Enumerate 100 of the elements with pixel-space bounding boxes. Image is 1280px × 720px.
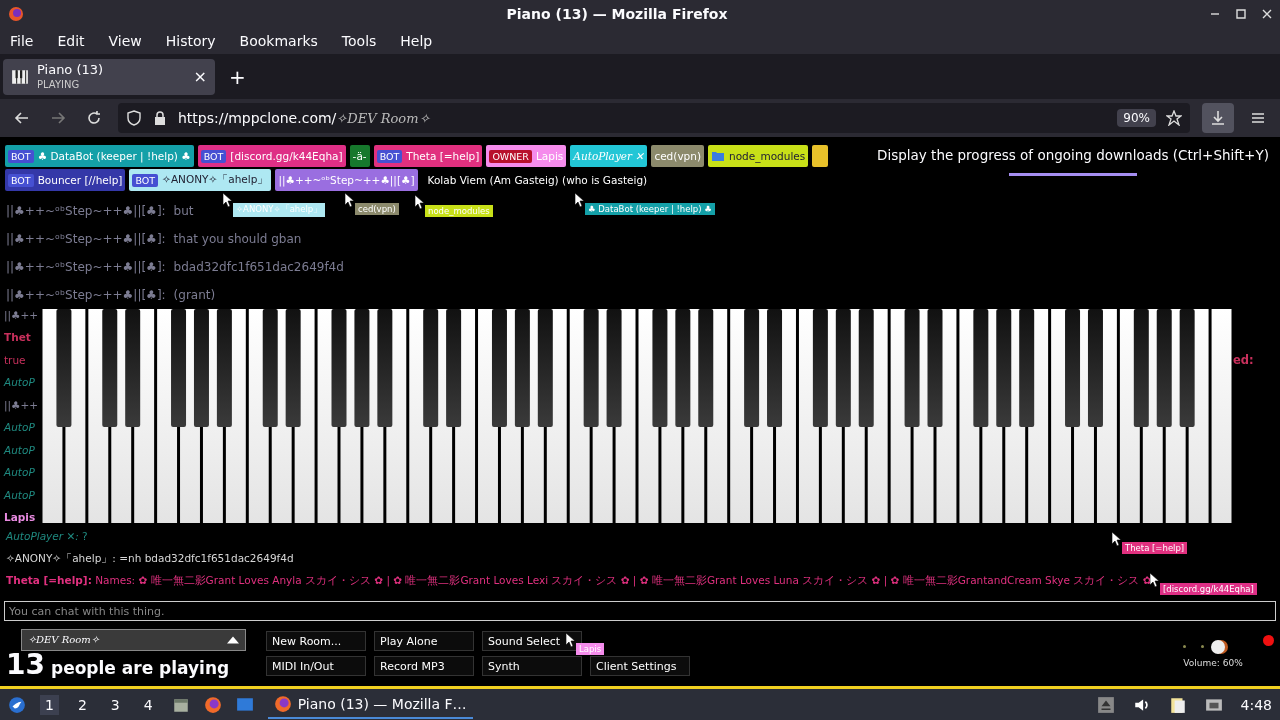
address-bar[interactable]: https://mppclone.com/✧DEV Room✧ 90% — [118, 103, 1190, 133]
user-badge[interactable]: -ä- — [349, 145, 370, 167]
back-icon[interactable] — [14, 110, 30, 126]
user-badge[interactable] — [812, 145, 829, 167]
menu-item[interactable]: Edit — [57, 33, 85, 49]
chat-message: ✧ANONY✧「ahelp」: =nh bdad32dfc1f651dac2649f4d — [6, 551, 294, 566]
menu-button[interactable]: Client Settings — [590, 656, 690, 676]
cursor-icon — [345, 193, 355, 207]
volume-knob[interactable] — [1210, 639, 1225, 654]
chat-message: (grant) — [173, 288, 216, 302]
chat-fragment: ||♣++ — [4, 398, 39, 411]
chat-fragment: AutoP — [4, 376, 35, 389]
chat-fragment: ed: — [1233, 353, 1254, 367]
menu-button[interactable]: Record MP3 — [374, 656, 474, 676]
cursor-name-tooltip: [discord.gg/k44Eqha] — [1160, 583, 1257, 595]
eject-icon[interactable] — [1096, 695, 1115, 714]
cursor-icon — [223, 193, 233, 207]
url-text: https://mppclone.com/✧DEV Room✧ — [178, 110, 431, 126]
lock-icon — [152, 110, 168, 126]
workspace-button[interactable]: 3 — [105, 694, 125, 715]
cursor-icon — [1112, 532, 1122, 546]
chat-message: but — [173, 204, 194, 218]
workspace-button[interactable]: 4 — [138, 694, 158, 715]
reload-icon[interactable] — [86, 110, 102, 126]
menu-button[interactable]: Sound Select — [482, 631, 582, 651]
chat-message: that you should gban — [173, 232, 302, 246]
cursor-name-tooltip: ♣ DataBot (keeper | !help) ♣ — [585, 203, 715, 215]
user-badge[interactable]: BOT Bouncer [//help] — [5, 169, 126, 191]
player-count: 13 — [6, 650, 45, 679]
chat-message: bdad32dfc1f651dac2649f4d — [173, 260, 344, 274]
chat-username: ||♣++~ᵒᵇStep~++♣||[♣]: — [6, 232, 166, 246]
chat-fragment: AutoP — [4, 421, 35, 434]
menu-item[interactable]: View — [108, 33, 142, 49]
user-badge[interactable]: BOT Theta [=help] — [373, 145, 483, 167]
user-badge[interactable]: ||♣++~ᵒᵇStep~++♣||[♣] — [275, 169, 418, 191]
clipboard-icon[interactable] — [1168, 695, 1187, 714]
cursor-icon — [415, 195, 425, 209]
new-tab-button[interactable]: + — [229, 64, 246, 89]
chat-fragment: true — [4, 353, 26, 366]
download-icon — [1210, 110, 1226, 126]
chat-input-field[interactable]: You can chat with this thing. — [4, 601, 1276, 621]
chat-username: ||♣++~ᵒᵇStep~++♣||[♣]: — [6, 204, 166, 218]
chat-username: ||♣++~ᵒᵇStep~++♣||[♣]: — [6, 260, 166, 274]
menu-button[interactable]: MIDI In/Out — [266, 656, 366, 676]
cursor-icon — [1150, 573, 1160, 587]
menu-item[interactable]: Tools — [341, 33, 377, 49]
star-icon[interactable] — [1166, 110, 1182, 126]
user-badge[interactable]: OWNER Lapis — [486, 145, 567, 167]
zoom-level[interactable]: 90% — [1117, 109, 1156, 127]
menu-button[interactable]: Play Alone — [374, 631, 474, 651]
menu-item[interactable]: History — [165, 33, 216, 49]
menu-item[interactable]: Help — [400, 33, 433, 49]
menu-button[interactable]: New Room... — [266, 631, 366, 651]
chat-fragment: AutoP — [4, 443, 35, 456]
chat-fragment: Lapis — [4, 510, 36, 523]
cursor-name-tooltip: ced(vpn) — [355, 203, 399, 215]
piano-icon — [11, 67, 29, 86]
user-badge[interactable]: node_modules — [708, 145, 809, 167]
menu-item[interactable]: File — [10, 33, 34, 49]
user-badge[interactable]: BOT ♣ DataBot (keeper | !help) ♣ — [5, 145, 194, 167]
downloads-button[interactable] — [1202, 103, 1234, 133]
cursor-name-tooltip: Theta [=help] — [1122, 542, 1188, 554]
piano-keyboard-drawing[interactable] — [41, 309, 1233, 523]
chat-fragment: ||♣++ — [4, 309, 39, 321]
close-icon[interactable] — [1262, 9, 1272, 19]
clock: 4:48 — [1240, 696, 1272, 713]
forward-icon[interactable] — [50, 110, 66, 126]
menu-item[interactable]: Bookmarks — [239, 33, 318, 49]
user-badge[interactable]: BOT [discord.gg/k44Eqha] — [197, 145, 346, 167]
cursor-icon — [566, 633, 576, 647]
room-dropdown[interactable]: ✧DEV Room✧ — [21, 628, 246, 651]
tab-title: Piano (13) — [37, 61, 105, 77]
tooltip-text: Display the progress of ongoing downloads (Ctrl+Shift+Y) — [877, 147, 1269, 163]
cursor-name-tooltip: node_modules — [425, 205, 493, 217]
cursor-name-tooltip: ✧ANONY✧「ahelp」 — [233, 203, 326, 217]
workspace-button[interactable]: 1 — [40, 694, 59, 715]
chat-fragment: AutoP — [4, 488, 35, 501]
volume-label: Volume: 60% — [1183, 657, 1243, 668]
caret-icon — [227, 635, 239, 644]
user-badge[interactable]: ced(vpn) — [651, 145, 704, 167]
window-icon[interactable] — [235, 695, 254, 714]
chat-username: ||♣++~ᵒᵇStep~++♣||[♣]: — [6, 288, 166, 302]
cursor-icon — [575, 193, 585, 207]
window-title: Piano (13) — Mozilla Firefox — [505, 6, 729, 22]
workspace-button[interactable]: 2 — [72, 694, 92, 715]
maximize-icon[interactable] — [1236, 9, 1246, 19]
user-name[interactable]: Kolab Viem (Am Gasteig) (who is Gasteig) — [421, 169, 651, 191]
tab-status: PLAYING — [37, 77, 81, 92]
chat-fragment: Thet — [4, 331, 31, 344]
chat-fragment: AutoP — [4, 466, 35, 479]
player-count-label: people are playing — [50, 657, 230, 678]
cursor-name-tooltip: Lapis — [576, 643, 605, 655]
user-badge[interactable]: BOT ✧ANONY✧「ahelp」 — [129, 169, 272, 191]
tab-close-button[interactable]: × — [193, 67, 207, 86]
browser-tab[interactable]: Piano (13) PLAYING × — [3, 58, 215, 95]
menu-button[interactable]: Synth — [482, 656, 582, 676]
record-indicator-icon — [1263, 635, 1274, 646]
bird-icon[interactable] — [8, 695, 26, 714]
taskbar-window-button[interactable]: Piano (13) — Mozilla F… — [267, 690, 473, 719]
menu-icon[interactable] — [1250, 110, 1266, 126]
